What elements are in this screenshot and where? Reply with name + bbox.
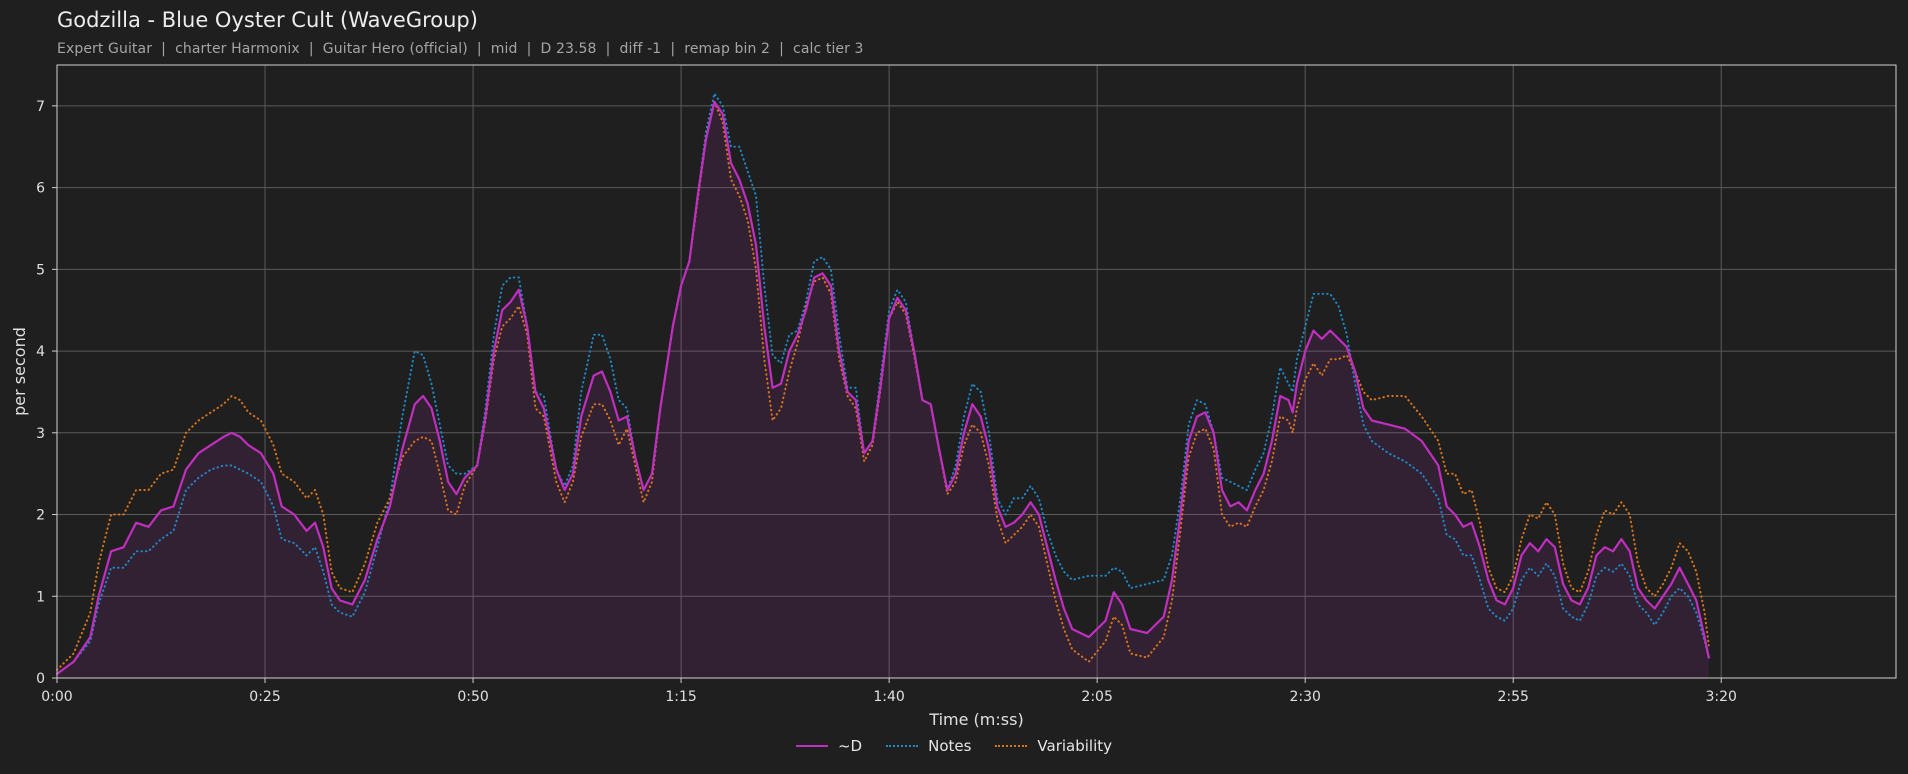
- x-tick-label: 1:15: [665, 689, 696, 705]
- chart-canvas: 0:00 0:25 0:50 1:15 1:40 2:05 2:30 2:55 3:20 0 1 2 3…: [10, 64, 1897, 729]
- y-tick-label: 6: [36, 181, 45, 197]
- legend-item-notes[interactable]: Notes: [886, 737, 971, 755]
- legend-swatch-d: [795, 745, 828, 747]
- y-axis-label: per second: [10, 327, 29, 416]
- x-tick-label: 2:30: [1289, 689, 1320, 705]
- legend-swatch-notes: [886, 745, 919, 747]
- x-tick-label: 0:00: [41, 689, 72, 705]
- x-tick-label: 0:25: [249, 689, 280, 705]
- legend: ~D Notes Variability: [0, 737, 1908, 755]
- y-tick-label: 3: [36, 426, 45, 442]
- legend-label-variability: Variability: [1037, 737, 1113, 755]
- legend-item-variability[interactable]: Variability: [995, 737, 1112, 755]
- x-tick-label: 2:55: [1497, 689, 1528, 705]
- series-d-area: [57, 101, 1709, 679]
- y-tick-label: 1: [36, 589, 45, 605]
- x-axis-label: Time (m:ss): [928, 710, 1023, 729]
- y-tick-label: 2: [36, 508, 45, 524]
- legend-swatch-variability: [995, 745, 1028, 747]
- legend-label-d: ~D: [837, 737, 863, 755]
- y-tick-label: 4: [36, 344, 45, 360]
- x-tick-label: 0:50: [457, 689, 488, 705]
- legend-label-notes: Notes: [928, 737, 972, 755]
- x-tick-label: 2:05: [1081, 689, 1112, 705]
- y-tick-label: 0: [36, 671, 45, 687]
- series-layer: [55, 92, 1710, 679]
- x-tick-label: 3:20: [1706, 689, 1737, 705]
- y-tick-label: 5: [36, 262, 45, 278]
- x-tick-label: 1:40: [873, 689, 904, 705]
- legend-item-d[interactable]: ~D: [795, 737, 863, 755]
- y-tick-label: 7: [36, 99, 45, 115]
